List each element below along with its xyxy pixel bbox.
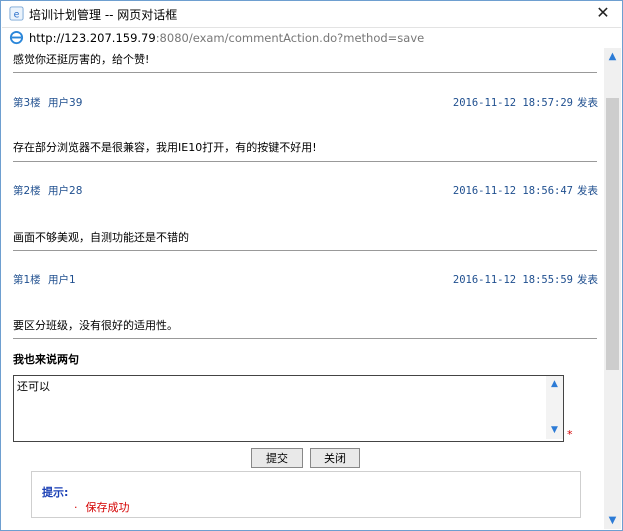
tip-label: 提示: <box>42 486 69 499</box>
comment-meta: 2016-11-12 18:57:29 发表 <box>453 95 598 110</box>
svg-text:e: e <box>14 9 20 20</box>
post-label: 发表 <box>577 274 598 286</box>
comment-datetime: 2016-11-12 18:57:29 <box>452 97 573 109</box>
floor-number: 第3楼 <box>13 97 41 109</box>
comment-textarea[interactable]: 还可以 <box>14 376 544 439</box>
comment-text: 画面不够美观，自测功能还是不错的 <box>13 231 189 244</box>
close-icon[interactable]: ✕ <box>594 4 612 22</box>
floor-number: 第2楼 <box>13 185 41 197</box>
comment-header: 第2楼 用户28 <box>13 183 82 198</box>
textarea-scrollbar[interactable]: ▲ ▼ <box>546 376 563 439</box>
chevron-up-icon[interactable]: ▲ <box>604 48 621 65</box>
divider <box>13 72 597 73</box>
url-host: http://123.207.159.79 <box>29 31 156 45</box>
comment-header: 第3楼 用户39 <box>13 95 82 110</box>
tip-box: 提示: · 保存成功 <box>31 471 581 518</box>
tip-message: · 保存成功 <box>74 499 130 515</box>
username: 用户28 <box>48 185 83 197</box>
comment-text: 要区分班级，没有很好的适用性。 <box>13 319 178 332</box>
ie-logo-icon <box>9 30 24 45</box>
divider <box>13 161 597 162</box>
chevron-up-icon[interactable]: ▲ <box>546 376 563 393</box>
address-bar: http://123.207.159.79:8080/exam/commentA… <box>2 27 621 49</box>
window-title: 培训计划管理 -- 网页对话框 <box>29 8 178 22</box>
ie-page-icon: e <box>9 6 24 21</box>
chevron-down-icon[interactable]: ▼ <box>546 422 563 439</box>
bullet: · <box>74 501 78 514</box>
title-bar: e 培训计划管理 -- 网页对话框 ✕ <box>1 1 622 27</box>
comment-textarea-box: 还可以 ▲ ▼ <box>13 375 564 442</box>
comment-form-heading: 我也来说两句 <box>13 353 79 366</box>
post-label: 发表 <box>577 97 598 109</box>
dialog-window: e 培训计划管理 -- 网页对话框 ✕ http://123.207.159.7… <box>0 0 623 531</box>
comment-page: 感觉你还挺厉害的，给个赞! 第3楼 用户39 2016-11-12 18:57:… <box>2 48 604 529</box>
comment-datetime: 2016-11-12 18:56:47 <box>452 185 573 197</box>
submit-button[interactable]: 提交 <box>251 448 303 468</box>
comment-meta: 2016-11-12 18:56:47 发表 <box>453 183 598 198</box>
comment-text: 感觉你还挺厉害的，给个赞! <box>13 53 150 66</box>
post-label: 发表 <box>577 185 598 197</box>
comment-datetime: 2016-11-12 18:55:59 <box>452 274 573 286</box>
comment-header: 第1楼 用户1 <box>13 272 76 287</box>
required-mark: * <box>567 428 573 441</box>
chevron-down-icon[interactable]: ▼ <box>604 512 621 529</box>
divider <box>13 338 597 339</box>
url-path: :8080/exam/commentAction.do?method=save <box>155 31 425 45</box>
divider <box>13 250 597 251</box>
username: 用户1 <box>48 274 76 286</box>
comment-meta: 2016-11-12 18:55:59 发表 <box>453 272 598 287</box>
username: 用户39 <box>48 97 83 109</box>
floor-number: 第1楼 <box>13 274 41 286</box>
page-scrollbar[interactable]: ▲ ▼ <box>604 48 621 529</box>
url-text: http://123.207.159.79:8080/exam/commentA… <box>29 31 424 45</box>
scrollbar-thumb[interactable] <box>606 98 619 370</box>
close-button[interactable]: 关闭 <box>310 448 360 468</box>
comment-text: 存在部分浏览器不是很兼容，我用IE10打开，有的按键不好用! <box>13 141 317 154</box>
tip-message-text: 保存成功 <box>85 501 130 514</box>
